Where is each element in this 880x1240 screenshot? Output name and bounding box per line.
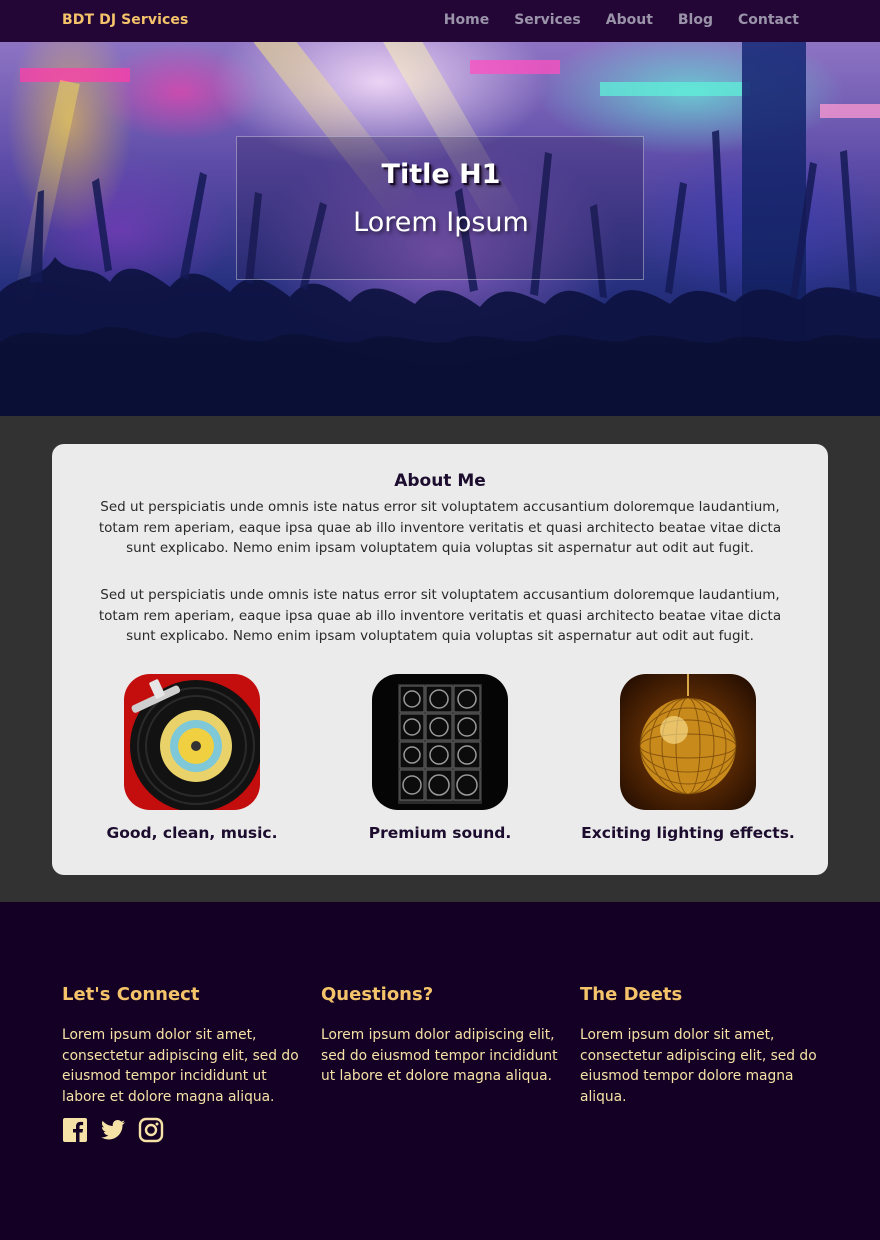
about-section: About Me Sed ut perspiciatis unde omnis … bbox=[0, 416, 880, 902]
hero-banner: Title H1 Lorem Ipsum bbox=[0, 42, 880, 416]
footer-column-text: Lorem ipsum dolor sit amet, consectetur … bbox=[580, 1027, 817, 1105]
about-card: About Me Sed ut perspiciatis unde omnis … bbox=[52, 444, 828, 875]
feature-caption: Exciting lighting effects. bbox=[581, 824, 795, 842]
nav-link-home[interactable]: Home bbox=[444, 12, 489, 28]
footer-column-title: Questions? bbox=[321, 984, 434, 1005]
twitter-icon[interactable] bbox=[100, 1117, 126, 1143]
nav-link-about[interactable]: About bbox=[606, 12, 653, 28]
top-nav: BDT DJ Services Home Services About Blog… bbox=[0, 0, 880, 42]
feature-caption: Good, clean, music. bbox=[106, 824, 278, 842]
facebook-icon[interactable] bbox=[62, 1117, 88, 1143]
site-footer: Let's Connect Lorem ipsum dolor sit amet… bbox=[0, 902, 880, 1240]
nav-link-services[interactable]: Services bbox=[514, 12, 581, 28]
brand-logo[interactable]: BDT DJ Services bbox=[62, 12, 188, 28]
hero-title-box: Title H1 Lorem Ipsum bbox=[236, 136, 644, 280]
feature-caption: Premium sound. bbox=[368, 824, 512, 842]
footer-column-text: Lorem ipsum dolor adipiscing elit, sed d… bbox=[321, 1027, 558, 1084]
footer-column-title: Let's Connect bbox=[62, 984, 200, 1005]
vinyl-record-icon bbox=[124, 674, 260, 810]
footer-column-questions: Questions? Lorem ipsum dolor adipiscing … bbox=[321, 984, 561, 1087]
footer-column-title: The Deets bbox=[580, 984, 683, 1005]
nav-links: Home Services About Blog Contact bbox=[444, 12, 799, 28]
hero-subtitle: Lorem Ipsum bbox=[353, 207, 529, 238]
about-title: About Me bbox=[394, 471, 486, 491]
nav-link-blog[interactable]: Blog bbox=[678, 12, 713, 28]
footer-column-deets: The Deets Lorem ipsum dolor sit amet, co… bbox=[580, 984, 820, 1107]
about-paragraph: Sed ut perspiciatis unde omnis iste natu… bbox=[98, 587, 782, 644]
social-links bbox=[62, 1117, 164, 1143]
hero-title: Title H1 bbox=[381, 159, 501, 190]
footer-column-text: Lorem ipsum dolor sit amet, consectetur … bbox=[62, 1027, 299, 1105]
instagram-icon[interactable] bbox=[138, 1117, 164, 1143]
about-paragraph: Sed ut perspiciatis unde omnis iste natu… bbox=[98, 499, 782, 556]
footer-column-connect: Let's Connect Lorem ipsum dolor sit amet… bbox=[62, 984, 302, 1107]
nav-link-contact[interactable]: Contact bbox=[738, 12, 799, 28]
disco-ball-icon bbox=[620, 674, 756, 810]
speaker-stack-icon bbox=[372, 674, 508, 810]
